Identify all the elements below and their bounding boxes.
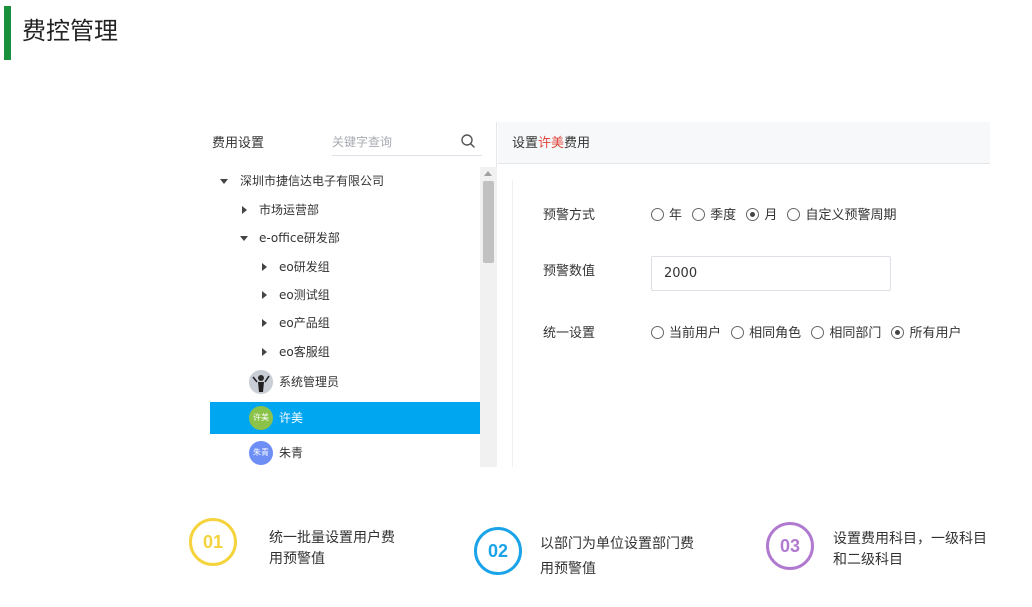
tree-node-eo-support[interactable]: eo客服组 <box>210 338 480 366</box>
scroll-up-icon[interactable] <box>484 171 492 176</box>
radio-icon[interactable] <box>731 326 745 339</box>
warning-value-input[interactable]: 2000 <box>651 256 891 291</box>
caret-right-icon[interactable] <box>262 263 267 271</box>
radio-icon[interactable] <box>692 208 706 221</box>
radio-icon[interactable] <box>787 208 801 221</box>
title-suffix: 费用 <box>564 136 591 151</box>
avatar: 朱青 <box>249 441 273 465</box>
radio-current-user[interactable]: 当前用户 <box>651 322 721 341</box>
feature-line: 用预警值 <box>540 561 596 577</box>
search-icon[interactable] <box>460 133 476 149</box>
feature-text: 统一批量设置用户费 用预警值 <box>269 528 454 570</box>
feature-01: 01 统一批量设置用户费 用预警值 <box>189 518 449 582</box>
radio-checked-icon[interactable] <box>746 208 760 221</box>
radio-month[interactable]: 月 <box>746 204 777 223</box>
radio-all-users[interactable]: 所有用户 <box>891 322 961 341</box>
search-input[interactable] <box>332 132 452 152</box>
tree-node-eo-test[interactable]: eo测试组 <box>210 281 480 309</box>
caret-right-icon[interactable] <box>262 319 267 327</box>
org-tree-pane: 费用设置 深圳市捷信达电子有限公司 市场运营部 <box>210 122 497 467</box>
feature-number: 03 <box>766 522 814 570</box>
warning-method-label: 预警方式 <box>543 208 596 223</box>
tree-node-label: eo客服组 <box>279 345 330 359</box>
user-name: 朱青 <box>279 446 304 460</box>
org-tree: 深圳市捷信达电子有限公司 市场运营部 e-office研发部 eo研发组 eo测… <box>210 167 480 467</box>
radio-same-dept[interactable]: 相同部门 <box>811 322 881 341</box>
feature-number: 02 <box>474 527 522 575</box>
user-name: 许美 <box>279 411 304 425</box>
tree-node-label: eo研发组 <box>279 260 330 274</box>
tree-node-label: eo测试组 <box>279 288 330 302</box>
avatar: 许美 <box>249 406 273 430</box>
accent-bar <box>4 6 11 60</box>
tree-node-eoffice[interactable]: e-office研发部 <box>210 224 480 252</box>
tree-node-eo-dev[interactable]: eo研发组 <box>210 253 480 281</box>
feature-03: 03 设置费用科目，一级科目 和二级科目 <box>766 522 1028 586</box>
feature-line: 和二级科目 <box>833 552 903 568</box>
tree-node-company[interactable]: 深圳市捷信达电子有限公司 <box>210 167 480 195</box>
page-title: 费控管理 <box>22 17 118 45</box>
settings-pane-header: 设置许美费用 <box>498 122 990 164</box>
selected-user-name: 许美 <box>538 136 565 151</box>
radio-quarter[interactable]: 季度 <box>692 204 736 223</box>
tree-node-eo-product[interactable]: eo产品组 <box>210 309 480 337</box>
tree-user-selected[interactable]: 许美 许美 <box>210 402 480 434</box>
left-pane-header: 费用设置 <box>210 122 497 164</box>
tree-node-marketing[interactable]: 市场运营部 <box>210 196 480 224</box>
caret-down-icon[interactable] <box>240 236 248 241</box>
tree-scrollbar[interactable] <box>480 167 497 467</box>
radio-year[interactable]: 年 <box>651 204 682 223</box>
warning-value-label: 预警数值 <box>543 264 596 279</box>
feature-text: 设置费用科目，一级科目 和二级科目 <box>833 529 1023 571</box>
tree-node-label: 深圳市捷信达电子有限公司 <box>240 174 385 188</box>
settings-title: 设置许美费用 <box>512 132 590 151</box>
title-prefix: 设置 <box>512 136 539 151</box>
settings-pane: 设置许美费用 预警方式 年 季度 月 自定义预警周期 预警数值 2000 统一设… <box>498 122 990 467</box>
caret-right-icon[interactable] <box>262 348 267 356</box>
page-header: 费控管理 <box>0 6 400 60</box>
feature-text: 以部门为单位设置部门费 用预警值 <box>540 532 725 582</box>
warning-method-radios: 年 季度 月 自定义预警周期 <box>651 204 902 223</box>
radio-icon[interactable] <box>811 326 825 339</box>
feature-line: 统一批量设置用户费 <box>269 530 395 546</box>
radio-checked-icon[interactable] <box>891 326 905 339</box>
feature-line: 设置费用科目，一级科目 <box>833 531 987 547</box>
left-pane-title: 费用设置 <box>212 136 265 151</box>
unified-setting-label: 统一设置 <box>543 326 596 341</box>
caret-right-icon[interactable] <box>242 206 247 214</box>
tree-node-label: eo产品组 <box>279 316 330 330</box>
settings-form: 预警方式 年 季度 月 自定义预警周期 预警数值 2000 统一设置 当前用户 … <box>512 180 990 467</box>
unified-setting-radios: 当前用户 相同角色 相同部门 所有用户 <box>651 322 967 341</box>
tree-node-label: e-office研发部 <box>259 231 340 245</box>
radio-custom-period[interactable]: 自定义预警周期 <box>787 204 896 223</box>
feature-number: 01 <box>189 518 237 566</box>
user-photo-icon <box>249 370 273 394</box>
feature-02: 02 以部门为单位设置部门费 用预警值 <box>474 527 744 591</box>
radio-same-role[interactable]: 相同角色 <box>731 322 801 341</box>
scroll-thumb[interactable] <box>483 181 494 263</box>
search-box <box>332 128 482 156</box>
tree-user-admin[interactable]: 系统管理员 <box>210 366 480 398</box>
feature-line: 用预警值 <box>269 551 325 567</box>
expense-settings-panel: 费用设置 深圳市捷信达电子有限公司 市场运营部 <box>210 122 990 467</box>
caret-down-icon[interactable] <box>220 179 228 184</box>
radio-icon[interactable] <box>651 208 664 221</box>
feature-line: 以部门为单位设置部门费 <box>540 536 694 552</box>
caret-right-icon[interactable] <box>262 291 267 299</box>
tree-node-label: 市场运营部 <box>259 203 320 217</box>
tree-user-zhuqing[interactable]: 朱青 朱青 <box>210 437 480 467</box>
radio-icon[interactable] <box>651 326 664 339</box>
user-name: 系统管理员 <box>279 375 340 389</box>
